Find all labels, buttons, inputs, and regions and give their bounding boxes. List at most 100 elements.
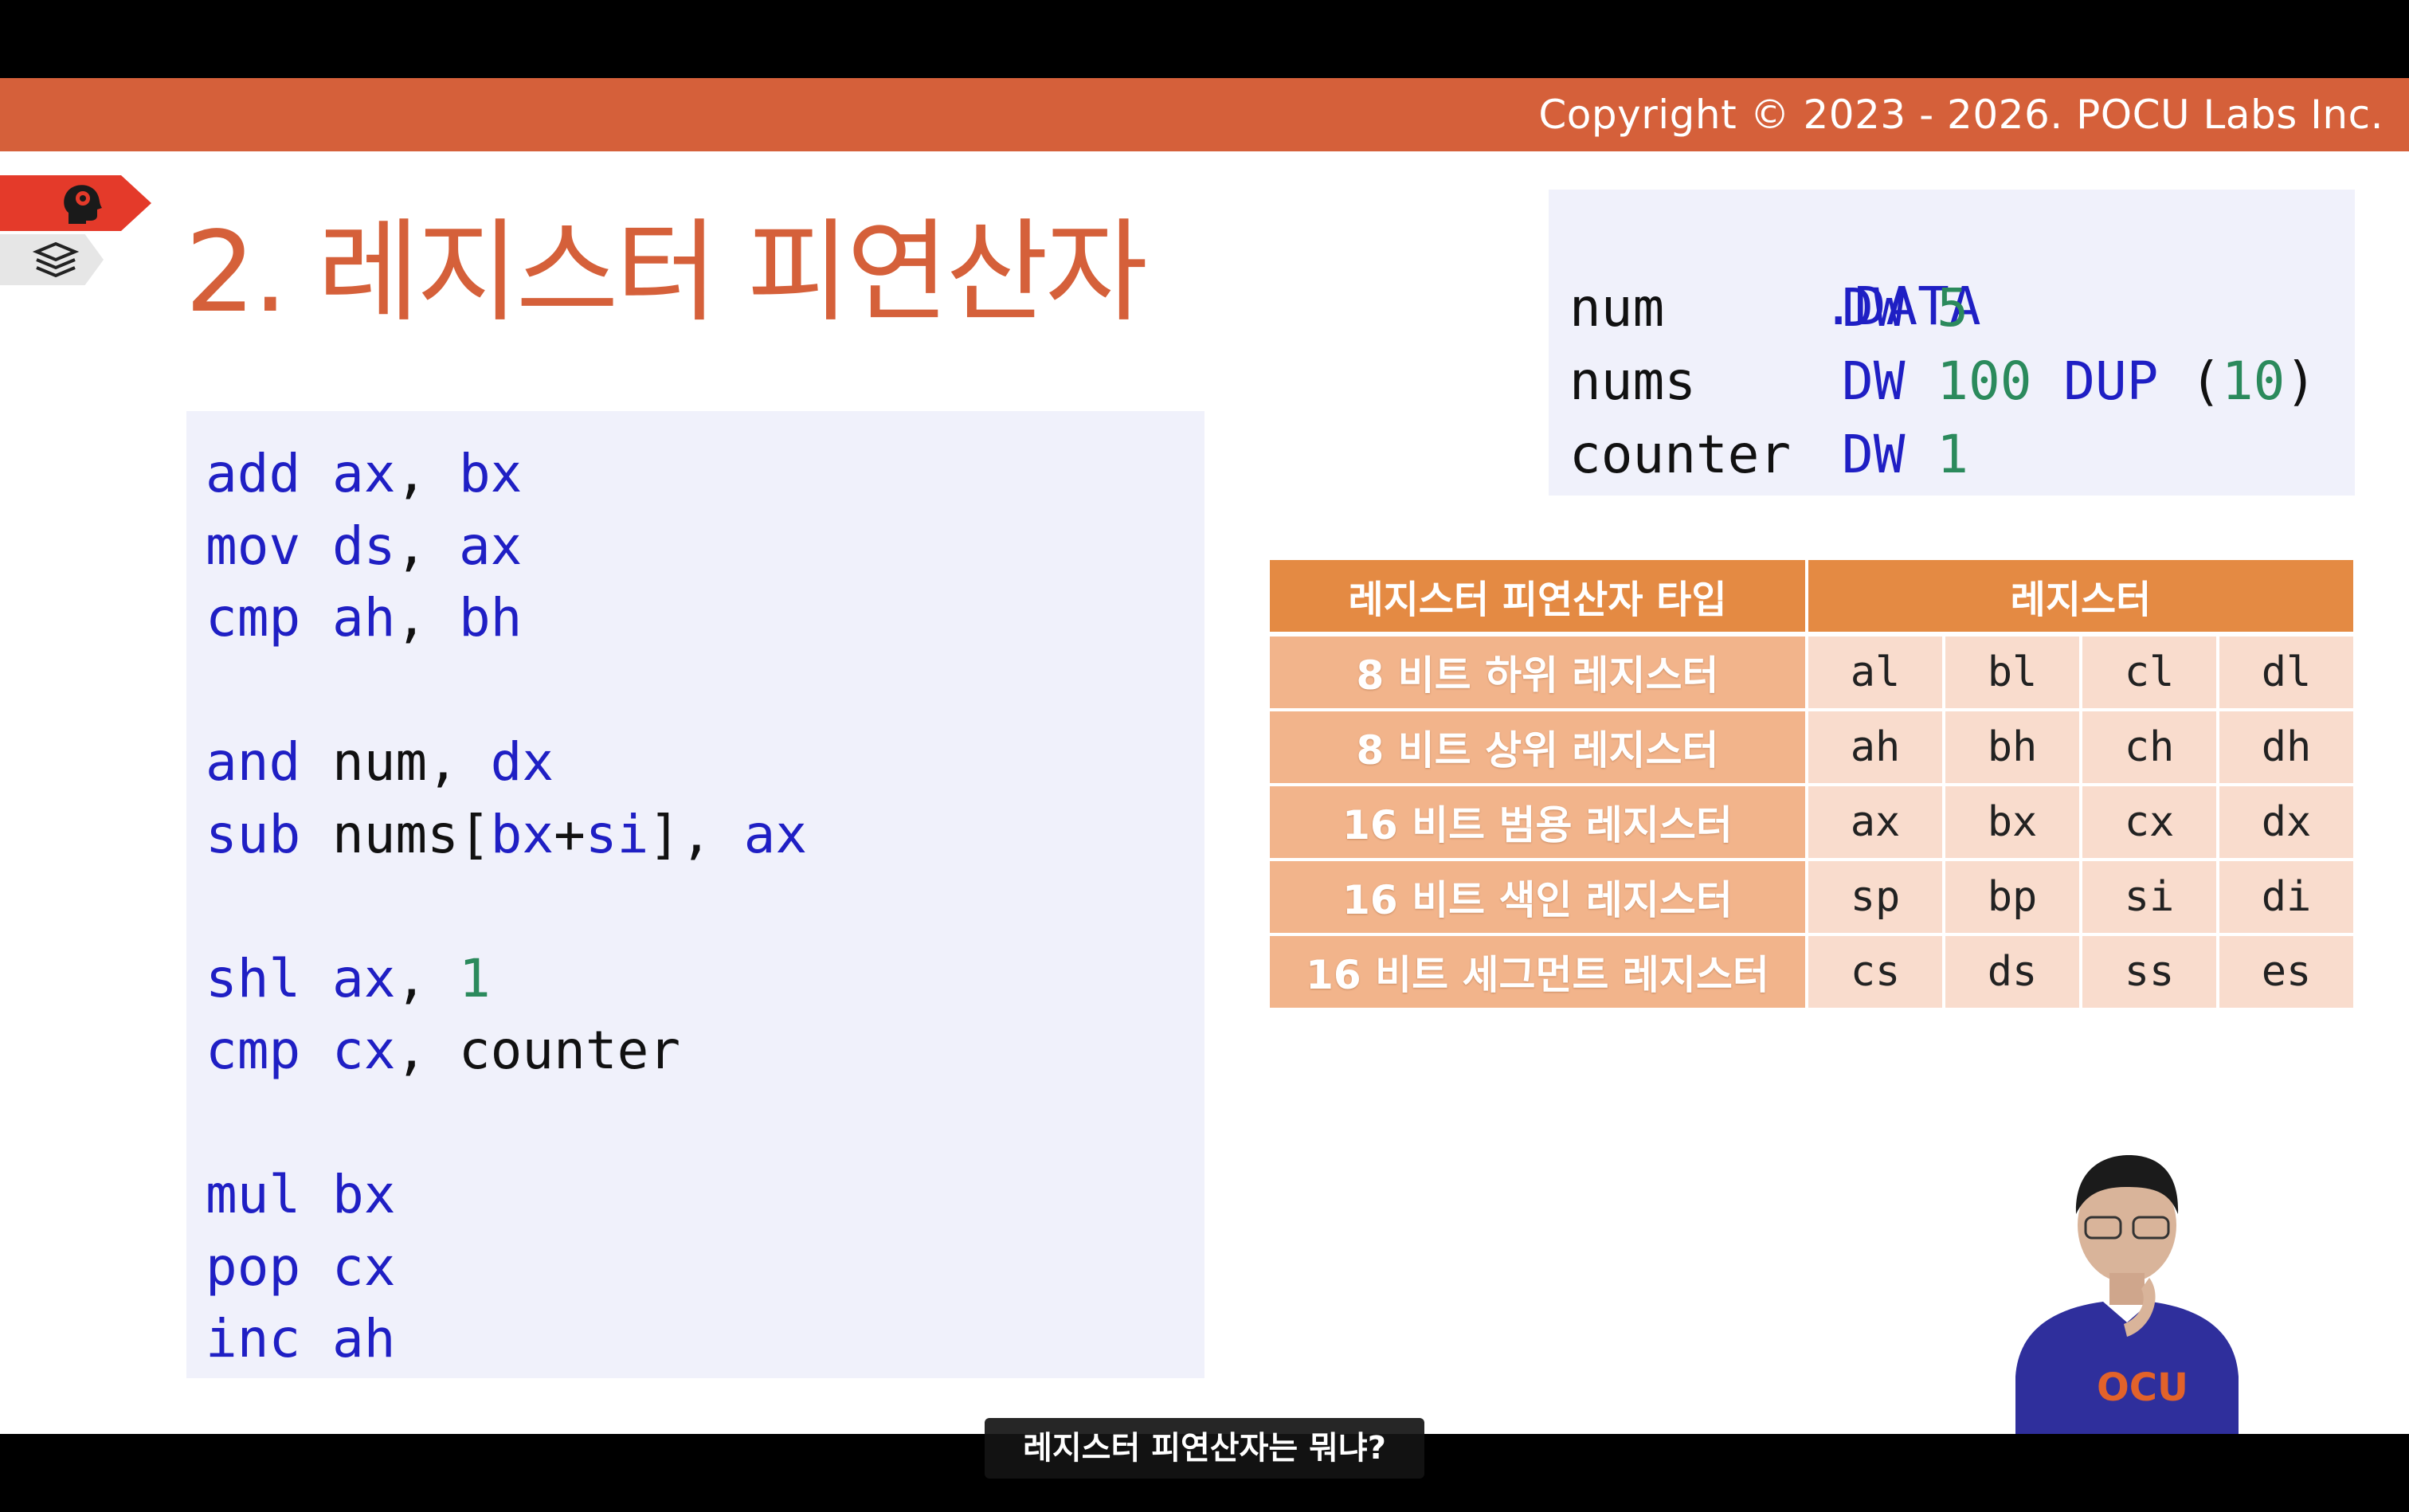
code-keyword: shl	[206, 947, 301, 1009]
code-line: sub nums[bx+si], ax	[206, 799, 807, 871]
code-keyword: cmp	[206, 587, 301, 648]
data-row: num DW 5	[1569, 272, 1968, 344]
code-keyword: ah	[331, 1308, 396, 1369]
code-number: 1	[458, 947, 491, 1009]
code-line: cmp cx, counter	[206, 1015, 680, 1087]
table-row: 16 비트 세그먼트 레지스터 cs ds ss es	[1270, 936, 2353, 1011]
code-keyword: sub	[206, 803, 301, 865]
copyright-bar: Copyright © 2023 - 2026. POCU Labs Inc.	[0, 78, 2409, 151]
code-keyword: ah	[331, 587, 396, 648]
code-keyword: DW	[1842, 351, 1906, 412]
copyright-text: Copyright © 2023 - 2026. POCU Labs Inc.	[1538, 92, 2384, 138]
register-name-cell: sp	[1808, 861, 1945, 936]
data-row: counter DW 1	[1569, 419, 1968, 491]
data-section-block: .DATA num DW 5 nums DW 100 DUP (10) counter D…	[1549, 190, 2355, 496]
code-keyword: add	[206, 443, 301, 504]
register-name-cell: cs	[1808, 936, 1945, 1011]
register-name-cell: ah	[1808, 711, 1945, 786]
data-variable-name: counter	[1569, 424, 1792, 485]
video-frame: Copyright © 2023 - 2026. POCU Labs Inc. …	[0, 0, 2409, 1512]
code-number: 10	[2221, 351, 2286, 412]
code-text: num,	[300, 731, 491, 793]
register-name-cell: es	[2219, 936, 2353, 1011]
code-keyword: cx	[331, 1236, 396, 1298]
code-keyword: and	[206, 731, 301, 793]
register-name-cell: cl	[2082, 637, 2219, 711]
code-text: nums[	[300, 803, 491, 865]
table-row: 8 비트 하위 레지스터 al bl cl dl	[1270, 637, 2353, 711]
code-keyword: pop	[206, 1236, 301, 1298]
register-type-label: 16 비트 범용 레지스터	[1270, 786, 1808, 861]
register-name-cell: bh	[1945, 711, 2082, 786]
register-name-cell: si	[2082, 861, 2219, 936]
data-definition: DW 5	[1842, 272, 1968, 344]
code-block: add ax, bx mov ds, ax cmp ah, bh and num, d…	[186, 411, 1204, 1378]
code-text: ,	[395, 443, 459, 504]
code-line: add ax, bx	[206, 438, 522, 510]
code-keyword: DUP	[2063, 351, 2159, 412]
data-variable-name: nums	[1569, 351, 1696, 412]
code-line: inc ah	[206, 1303, 395, 1375]
code-keyword: cx	[331, 1020, 396, 1081]
code-line: mov ds, ax	[206, 511, 522, 582]
register-type-label: 16 비트 색인 레지스터	[1270, 861, 1808, 936]
code-text: , counter	[395, 1020, 681, 1081]
register-name-cell: bx	[1945, 786, 2082, 861]
register-name-cell: ss	[2082, 936, 2219, 1011]
code-keyword: dx	[490, 731, 554, 793]
data-definition: DW 100 DUP (10)	[1842, 346, 2317, 417]
table-header-type: 레지스터 피연산자 타입	[1270, 560, 1808, 637]
table-row: 16 비트 색인 레지스터 sp bp si di	[1270, 861, 2353, 936]
code-text: ,	[395, 515, 459, 577]
code-keyword: bx	[331, 1164, 396, 1225]
code-keyword: DW	[1842, 424, 1906, 485]
subtitle-text: 레지스터 피연산자는 뭐냐?	[1023, 1430, 1386, 1467]
code-keyword: ax	[743, 803, 808, 865]
code-keyword: ax	[331, 443, 396, 504]
register-name-cell: bp	[1945, 861, 2082, 936]
table-row: 8 비트 상위 레지스터 ah bh ch dh	[1270, 711, 2353, 786]
register-name-cell: dh	[2219, 711, 2353, 786]
code-keyword: mul	[206, 1164, 301, 1225]
code-text: )	[2285, 351, 2317, 412]
table-header-registers: 레지스터	[1808, 560, 2353, 637]
data-variable-name: num	[1569, 277, 1665, 339]
code-text: +	[554, 803, 586, 865]
register-name-cell: ax	[1808, 786, 1945, 861]
code-text: ,	[395, 587, 459, 648]
code-keyword: ds	[331, 515, 396, 577]
code-line: cmp ah, bh	[206, 582, 522, 654]
code-keyword: mov	[206, 515, 301, 577]
register-name-cell: bl	[1945, 637, 2082, 711]
presenter-image: OCU	[2015, 1155, 2239, 1434]
subtitle-caption: 레지스터 피연산자는 뭐냐?	[985, 1418, 1424, 1479]
code-keyword: DW	[1842, 277, 1906, 339]
code-line: shl ax, 1	[206, 943, 491, 1015]
register-name-cell: di	[2219, 861, 2353, 936]
code-keyword: bx	[490, 803, 554, 865]
code-keyword: cmp	[206, 1020, 301, 1081]
code-line: mul bx	[206, 1159, 395, 1231]
table-row: 16 비트 범용 레지스터 ax bx cx dx	[1270, 786, 2353, 861]
code-text: (	[2158, 351, 2222, 412]
code-number: 100	[1937, 351, 2032, 412]
code-keyword: ax	[458, 515, 523, 577]
data-definition: DW 1	[1842, 419, 1968, 491]
code-number: 1	[1937, 424, 1968, 485]
code-text: ],	[648, 803, 744, 865]
register-name-cell: cx	[2082, 786, 2219, 861]
lecture-slide: Copyright © 2023 - 2026. POCU Labs Inc. …	[0, 78, 2409, 1434]
brain-head-icon	[64, 185, 102, 224]
register-type-label: 16 비트 세그먼트 레지스터	[1270, 936, 1808, 1011]
register-name-cell: dl	[2219, 637, 2353, 711]
